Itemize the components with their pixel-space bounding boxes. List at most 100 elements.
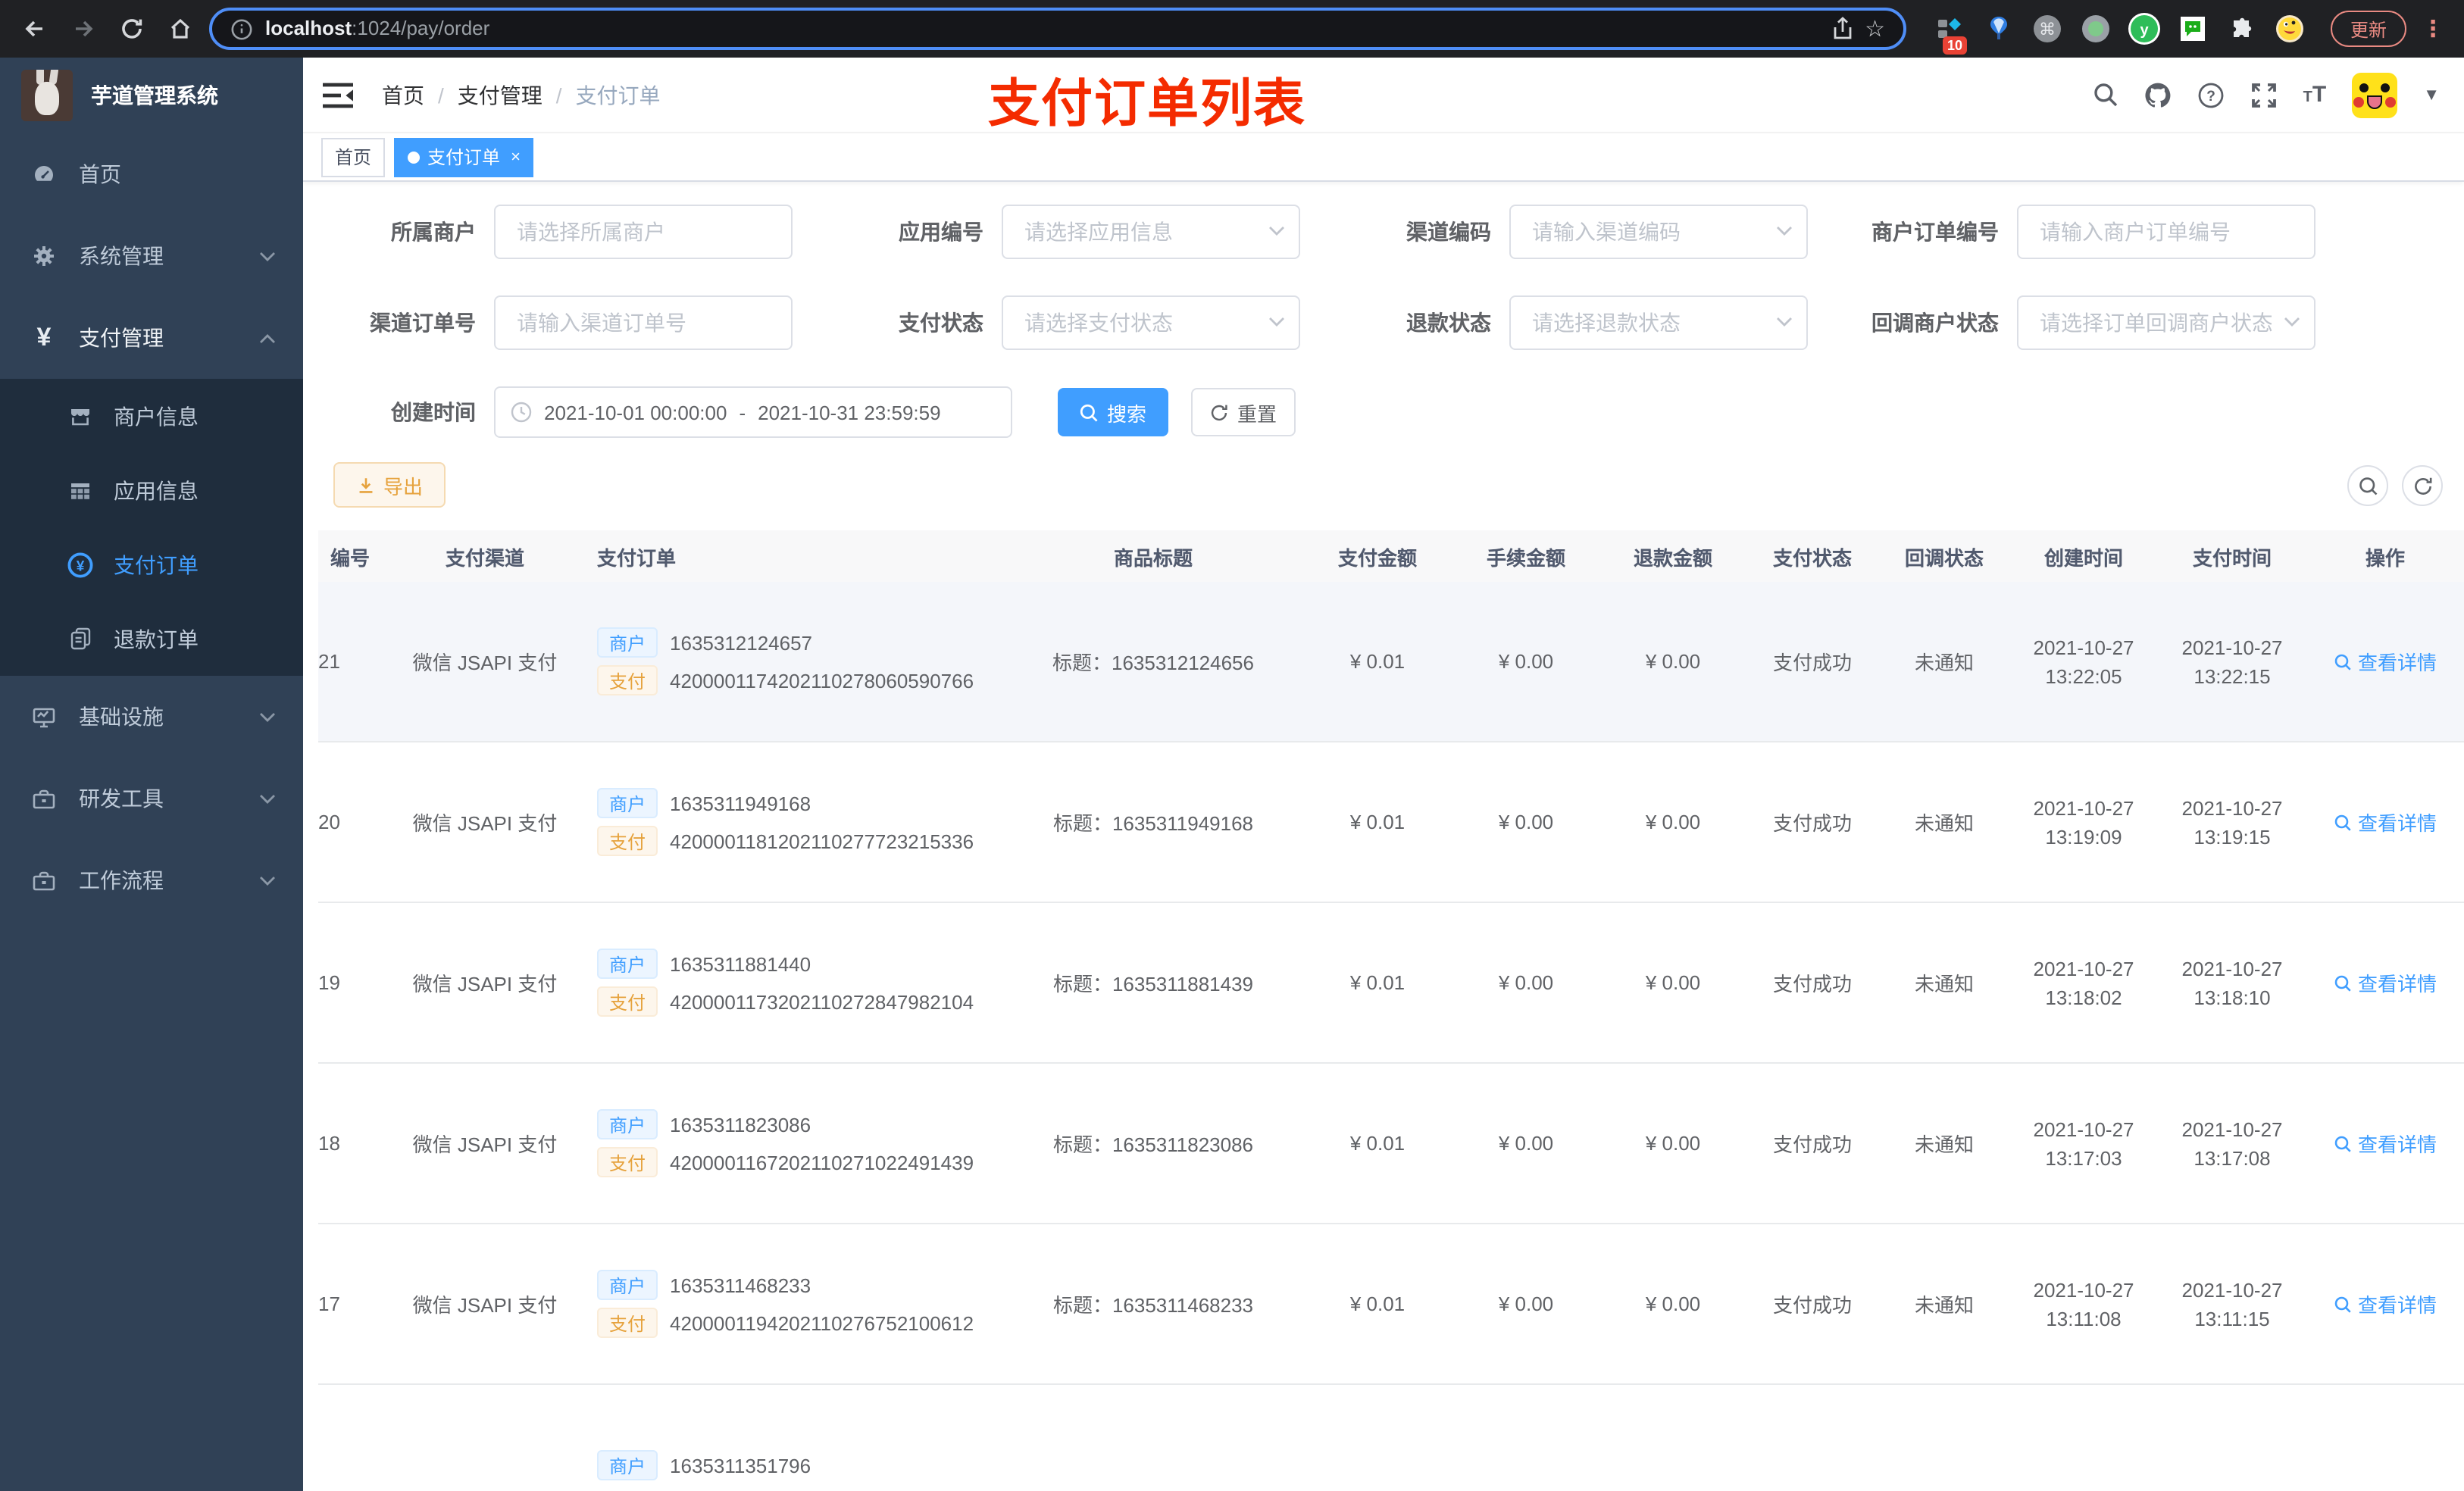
avatar-caret-icon[interactable]: ▼: [2423, 86, 2440, 104]
chevron-down-icon: [2284, 317, 2300, 327]
svg-text:?: ?: [2206, 88, 2215, 104]
view-detail-link[interactable]: 查看详情: [2334, 1289, 2437, 1318]
fullscreen-icon[interactable]: [2250, 81, 2278, 108]
address-bar[interactable]: localhost:1024/pay/order ☆: [209, 8, 1906, 50]
channel-code-select[interactable]: [1509, 205, 1808, 259]
toggle-search-button[interactable]: [2347, 465, 2388, 506]
filter-row-1: 所属商户 应用编号 渠道编码 商户订单编号: [303, 205, 2343, 259]
github-icon[interactable]: [2144, 81, 2172, 108]
user-avatar[interactable]: [2352, 72, 2398, 117]
profile-emoji-icon[interactable]: [2273, 12, 2306, 45]
sidebar-item-refund-order[interactable]: 退款订单: [0, 602, 303, 676]
extensions-row: 10 ⌘ y: [1934, 12, 2306, 55]
extension-icon-4[interactable]: [2079, 12, 2112, 45]
export-button[interactable]: 导出: [333, 462, 446, 508]
pay-status: 支付成功: [1772, 1294, 1852, 1317]
app-id-select[interactable]: [1002, 205, 1300, 259]
notify-status-select[interactable]: [2017, 295, 2315, 350]
browser-update-button[interactable]: 更新: [2331, 11, 2407, 47]
chevron-down-icon: [1776, 317, 1793, 327]
table-row[interactable]: 21 微信 JSAPI 支付 商户 1635312124657 支付 4200001…: [318, 582, 2464, 742]
search-icon[interactable]: [2093, 82, 2118, 108]
home-button[interactable]: [161, 9, 200, 48]
magnifier-icon: [2334, 1296, 2351, 1312]
sidebar-item-infra[interactable]: 基础设施: [0, 676, 303, 758]
sidebar-item-system[interactable]: 系统管理: [0, 215, 303, 297]
bookmark-star-icon[interactable]: ☆: [1865, 15, 1885, 42]
briefcase-icon: [30, 869, 58, 892]
pay-status-select[interactable]: [1002, 295, 1300, 350]
dashboard-icon: [30, 162, 58, 186]
sidebar-item-home[interactable]: 首页: [0, 133, 303, 215]
channel-order-no-input[interactable]: [494, 295, 793, 350]
app-id-label: 应用编号: [899, 220, 983, 244]
grid-icon: [67, 478, 94, 502]
table-row[interactable]: 18 微信 JSAPI 支付 商户 1635311823086 支付 4200001…: [318, 1064, 2464, 1224]
view-detail-link[interactable]: 查看详情: [2334, 808, 2437, 836]
pay-status: 支付成功: [1772, 973, 1852, 996]
pay-submenu: 商户信息 应用信息 ¥ 支付订单 退款订单: [0, 379, 303, 676]
browser-menu-icon[interactable]: ⋮: [2422, 15, 2444, 42]
view-detail-link[interactable]: 查看详情: [2334, 647, 2437, 676]
reset-button[interactable]: 重置: [1191, 388, 1296, 436]
back-button[interactable]: [15, 9, 55, 48]
browser-toolbar: localhost:1024/pay/order ☆ 10 ⌘ y 更新 ⋮: [0, 0, 2464, 58]
page-title-annotation: 支付订单列表: [988, 76, 1306, 133]
breadcrumb-pay[interactable]: 支付管理: [458, 80, 543, 110]
chevron-down-icon: [1268, 317, 1285, 327]
app-logo[interactable]: 芋道管理系统: [0, 58, 303, 133]
merchant-input[interactable]: [494, 205, 793, 259]
sidebar-item-workflow[interactable]: 工作流程: [0, 839, 303, 921]
site-info-icon[interactable]: [230, 17, 253, 40]
table-header: 编号 支付渠道 支付订单 商品标题 支付金额 手续金额 退款金额 支付状态 回调…: [318, 530, 2464, 582]
chevron-down-icon: [259, 251, 276, 261]
forward-button[interactable]: [64, 9, 103, 48]
gear-icon: [30, 244, 58, 268]
share-icon[interactable]: [1831, 17, 1853, 41]
breadcrumb-home[interactable]: 首页: [382, 80, 424, 110]
pay-tag: 支付: [597, 665, 658, 695]
notify-status: 未通知: [1914, 652, 1974, 674]
extension-icon-3[interactable]: ⌘: [2031, 12, 2064, 45]
table-row[interactable]: 商户 1635311351796: [318, 1385, 2464, 1491]
navbar: 首页 / 支付管理 / 支付订单 支付订单列表 ? TT ▼: [303, 58, 2464, 133]
download-icon: [359, 477, 373, 492]
sidebar-item-app-info[interactable]: 应用信息: [0, 453, 303, 527]
tag-home[interactable]: 首页: [321, 137, 386, 177]
extension-icon-1[interactable]: 10: [1934, 12, 1968, 55]
channel-code-label: 渠道编码: [1406, 220, 1491, 244]
view-detail-link[interactable]: 查看详情: [2334, 968, 2437, 997]
search-icon: [1080, 403, 1099, 421]
close-icon[interactable]: ×: [511, 148, 521, 166]
create-time-range-picker[interactable]: 2021-10-01 00:00:00 - 2021-10-31 23:59:5…: [494, 386, 1012, 438]
reload-button[interactable]: [112, 9, 152, 48]
refresh-table-button[interactable]: [2402, 465, 2443, 506]
font-size-icon[interactable]: TT: [2303, 81, 2327, 108]
sidebar-item-pay-order[interactable]: ¥ 支付订单: [0, 527, 303, 602]
tag-pay-order[interactable]: 支付订单 ×: [394, 137, 534, 177]
table-row[interactable]: 19 微信 JSAPI 支付 商户 1635311881440 支付 4200001…: [318, 903, 2464, 1064]
extension-icon-5[interactable]: y: [2128, 12, 2161, 45]
sidebar-item-merchant-info[interactable]: 商户信息: [0, 379, 303, 453]
shop-icon: [67, 404, 94, 428]
merchant-order-no-label: 商户订单编号: [1871, 220, 1999, 244]
merchant-tag: 商户: [597, 788, 658, 818]
puzzle-extensions-icon[interactable]: [2225, 12, 2258, 45]
main-content: 首页 / 支付管理 / 支付订单 支付订单列表 ? TT ▼ 首页 支付订单 ×…: [303, 58, 2464, 1491]
help-icon[interactable]: ?: [2197, 81, 2225, 108]
search-button[interactable]: 搜索: [1058, 388, 1168, 436]
sidebar-item-pay[interactable]: ¥ 支付管理: [0, 297, 303, 379]
extension-icon-2[interactable]: [1982, 12, 2015, 45]
sidebar-item-devtools[interactable]: 研发工具: [0, 758, 303, 839]
pay-tag: 支付: [597, 1147, 658, 1177]
table-row[interactable]: 17 微信 JSAPI 支付 商户 1635311468233 支付 4200001…: [318, 1224, 2464, 1385]
extension-icon-6[interactable]: [2176, 12, 2209, 45]
view-detail-link[interactable]: 查看详情: [2334, 1129, 2437, 1158]
chevron-down-icon: [259, 793, 276, 804]
table-row[interactable]: 20 微信 JSAPI 支付 商户 1635311949168 支付 4200001…: [318, 742, 2464, 903]
merchant-order-no-input[interactable]: [2017, 205, 2315, 259]
hamburger-icon[interactable]: [321, 81, 355, 108]
chevron-down-icon: [1776, 226, 1793, 236]
notify-status: 未通知: [1914, 1133, 1974, 1156]
refund-status-select[interactable]: [1509, 295, 1808, 350]
